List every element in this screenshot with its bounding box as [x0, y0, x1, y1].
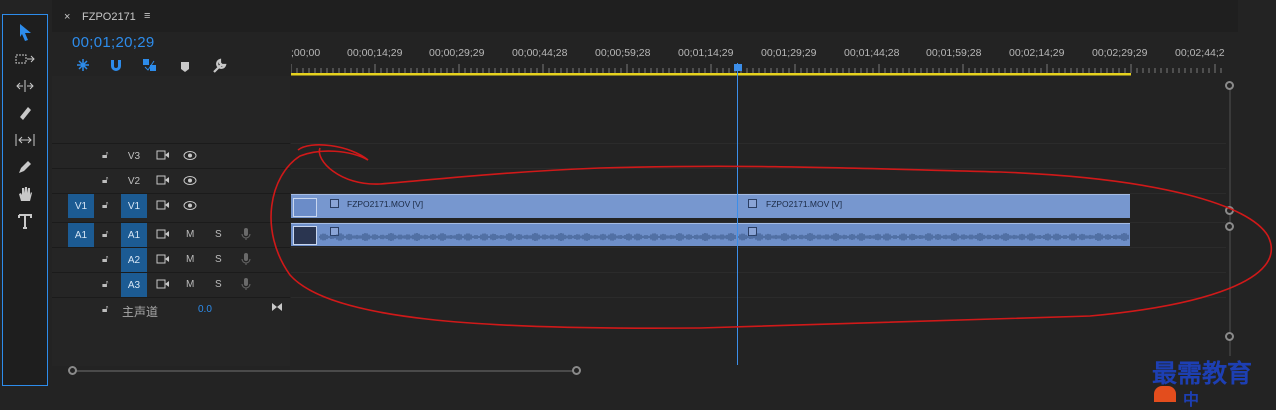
watermark-logo: 最需教育 [1152, 354, 1252, 390]
watermark-subtext: 中 [1183, 392, 1200, 409]
red-annotation-circle [270, 144, 1272, 330]
watermark-text: 最需教育 [1152, 359, 1253, 388]
watermark-badge-icon [1154, 386, 1176, 402]
